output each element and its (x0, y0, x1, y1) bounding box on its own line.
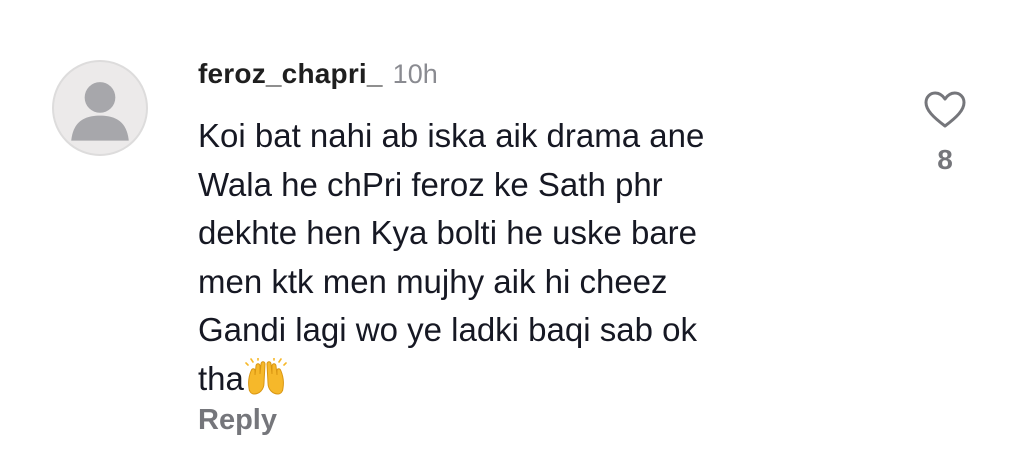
comment-line: Wala he chPri feroz ke Sath phr (198, 165, 663, 203)
timestamp: 10h (392, 59, 438, 89)
reply-button[interactable]: Reply (198, 404, 277, 437)
like-control: 8 (915, 90, 975, 190)
comment-line: Koi bat nahi ab iska aik drama ane (198, 117, 705, 154)
comment-text: Koi bat nahi ab iska aik drama ane Wala … (198, 112, 818, 403)
comment-last-line: tha (198, 355, 818, 404)
like-count: 8 (937, 144, 953, 175)
comment-line: men ktk men mujhy aik hi cheez (198, 262, 668, 300)
avatar[interactable] (52, 60, 148, 156)
default-avatar-icon (71, 82, 129, 141)
comment-line: dekhte hen Kya bolti he uske bare (198, 214, 698, 251)
comment-item: feroz_chapri_ 10h Koi bat nahi ab iska a… (0, 0, 1024, 463)
username[interactable]: feroz_chapri_ (198, 58, 383, 90)
heart-outline-icon[interactable] (923, 90, 967, 130)
comment-line: tha (198, 359, 244, 397)
comment-header: feroz_chapri_ 10h (198, 58, 438, 102)
raising-hands-emoji (245, 357, 287, 395)
comment-line: Gandi lagi wo ye ladki baqi sab ok (198, 311, 697, 348)
